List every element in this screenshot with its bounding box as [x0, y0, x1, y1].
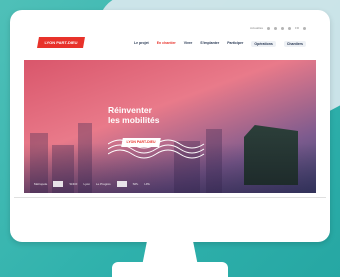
partner-logo[interactable]: Métropole [34, 182, 47, 186]
monitor-stand-base [112, 262, 228, 277]
social-icon[interactable] [267, 26, 270, 30]
partner-logo-box [116, 181, 127, 187]
partner-logo[interactable]: SNCF [69, 182, 77, 186]
partner-logo[interactable]: Le Progrès [96, 182, 111, 186]
hero-title-line1: Réinventer [108, 105, 152, 115]
partner-logo-box [53, 181, 64, 187]
social-icon[interactable] [288, 26, 291, 30]
social-icon[interactable] [274, 26, 277, 30]
partner-logo[interactable]: LPA [144, 182, 149, 186]
hero-title-line2: les mobilités [108, 115, 160, 125]
site-header: LYON PART-DIEU Actualités FR Le projet E… [24, 20, 316, 60]
utility-news-link[interactable]: Actualités [250, 26, 263, 30]
menu-item-implanter[interactable]: S'implanter [200, 41, 219, 47]
menu-item-operations[interactable]: Opérations [251, 41, 276, 47]
partner-logos: Métropole SNCF Lyon Le Progrès SPL LPA [24, 175, 316, 193]
partner-logo[interactable]: SPL [133, 182, 139, 186]
search-icon[interactable] [303, 26, 306, 30]
monitor-screen: LYON PART-DIEU Actualités FR Le projet E… [24, 20, 316, 193]
hero-banner: Réinventer les mobilités LYON PART-DIEU … [24, 60, 316, 193]
hero-wave-graphic [108, 139, 205, 159]
site-logo-text: LYON PART-DIEU [44, 40, 78, 45]
hero-tag-text: LYON PART-DIEU [126, 140, 156, 144]
hero-tag: LYON PART-DIEU [121, 138, 161, 147]
monitor-chin-divider [14, 197, 326, 198]
utility-bar: Actualités FR [250, 26, 306, 30]
menu-item-participer[interactable]: Participer [227, 41, 243, 47]
menu-item-chantier[interactable]: En chantier [157, 41, 176, 47]
site-logo[interactable]: LYON PART-DIEU [37, 37, 85, 48]
menu-item-vivre[interactable]: Vivre [184, 41, 193, 47]
hero-title: Réinventer les mobilités [108, 105, 228, 125]
menu-item-projet[interactable]: Le projet [134, 41, 149, 47]
social-icon[interactable] [281, 26, 284, 30]
language-selector[interactable]: FR [295, 26, 299, 30]
main-menu: Le projet En chantier Vivre S'implanter … [134, 41, 306, 47]
partner-logo[interactable]: Lyon [84, 182, 90, 186]
menu-item-chantiers[interactable]: Chantiers [283, 41, 306, 47]
